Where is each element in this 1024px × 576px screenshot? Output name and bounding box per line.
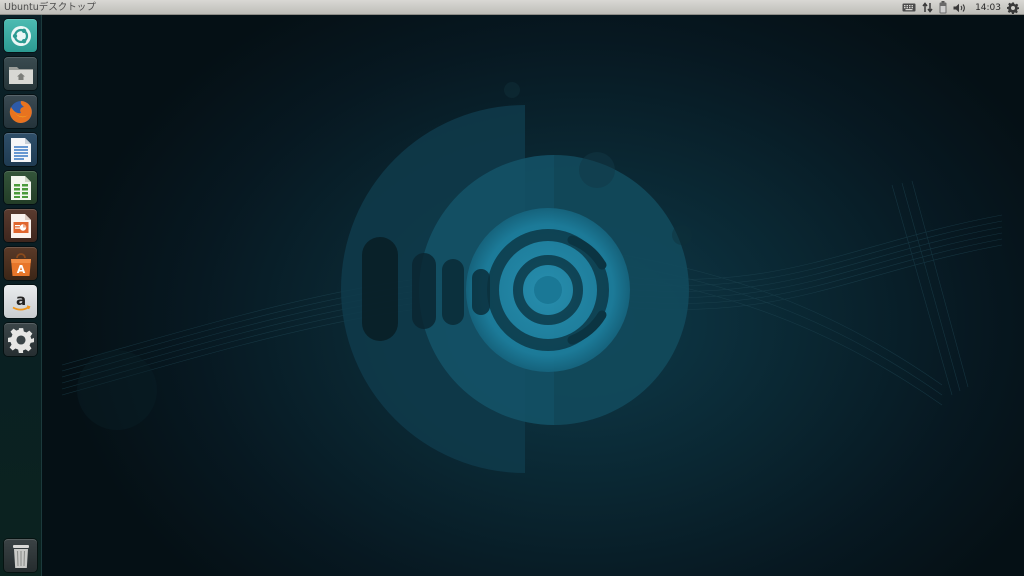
settings-gear-icon (7, 327, 34, 353)
firefox-icon (8, 99, 34, 125)
writer-document-icon (10, 137, 32, 163)
session-gear-icon[interactable] (1007, 0, 1019, 15)
wallpaper (61, 82, 1003, 473)
launcher-amazon[interactable]: a (4, 285, 37, 318)
ubuntu-logo-icon (10, 25, 32, 47)
launcher-libreoffice-calc[interactable] (4, 171, 37, 204)
launcher-libreoffice-impress[interactable] (4, 209, 37, 242)
trash-icon (11, 543, 31, 569)
impress-presentation-icon (10, 213, 32, 239)
calc-spreadsheet-icon (10, 175, 32, 201)
launcher-files[interactable] (4, 57, 37, 90)
launcher-libreoffice-writer[interactable] (4, 133, 37, 166)
desktop[interactable] (42, 15, 1024, 576)
clock[interactable]: 14:03 (975, 3, 1001, 13)
home-folder-icon (8, 63, 34, 85)
top-panel: Ubuntuデスクトップ 14:03 (0, 0, 1024, 15)
launcher: A a (0, 15, 42, 576)
launcher-firefox[interactable] (4, 95, 37, 128)
battery-icon[interactable] (939, 0, 947, 15)
launcher-dash-home[interactable] (4, 19, 37, 52)
launcher-ubuntu-software-center[interactable]: A (4, 247, 37, 280)
software-center-bag-icon: A (8, 251, 34, 277)
window-title: Ubuntuデスクトップ (4, 2, 96, 13)
amazon-icon: a (9, 290, 33, 314)
svg-text:a: a (15, 291, 25, 309)
network-icon[interactable] (922, 0, 933, 15)
keyboard-icon[interactable] (902, 0, 916, 15)
launcher-trash[interactable] (4, 539, 37, 572)
svg-text:A: A (16, 263, 25, 276)
indicator-area: 14:03 (896, 0, 1024, 15)
launcher-system-settings[interactable] (4, 323, 37, 356)
volume-icon[interactable] (953, 0, 967, 15)
